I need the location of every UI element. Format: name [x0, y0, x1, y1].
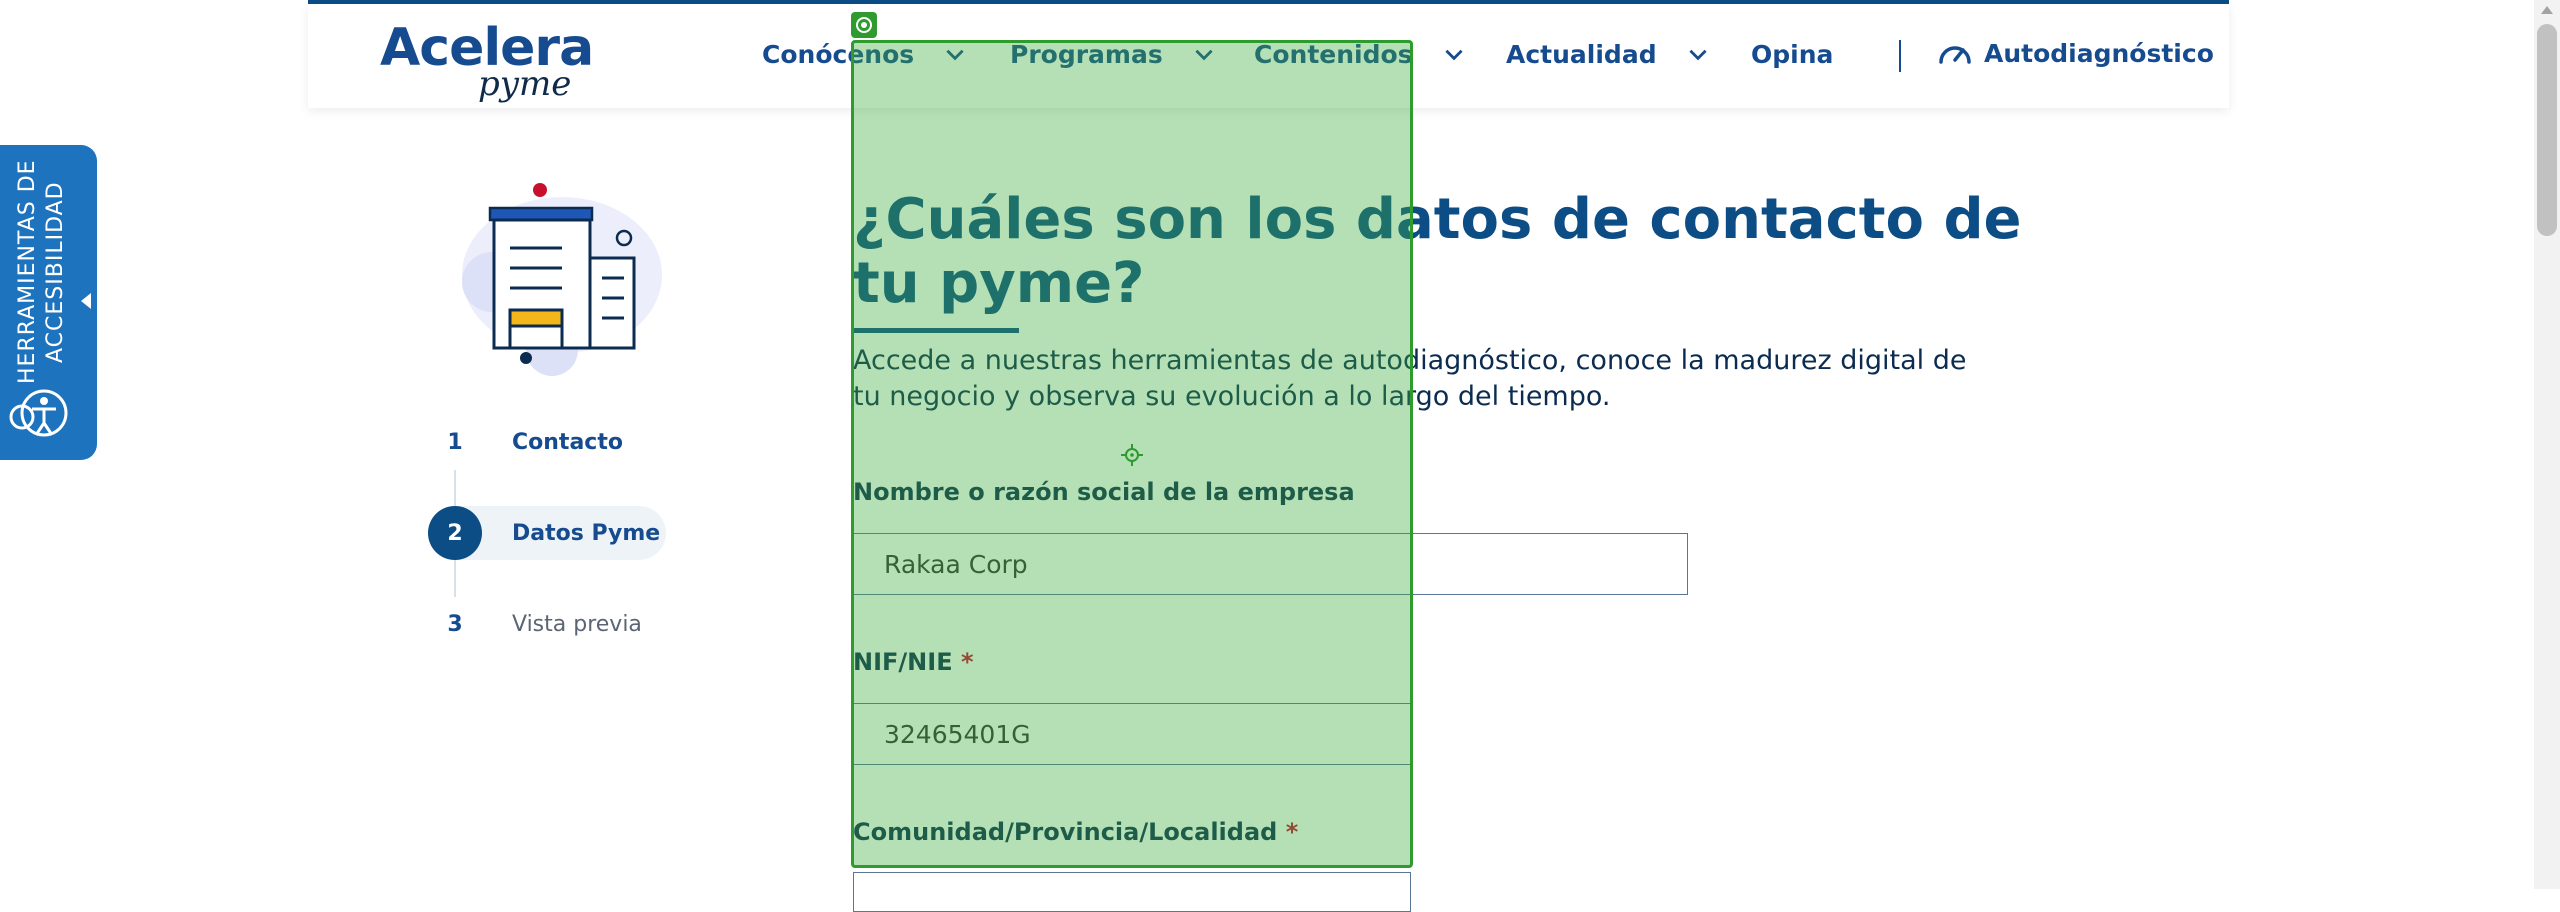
nav-label: Actualidad	[1506, 39, 1657, 69]
step-number: 2	[428, 506, 482, 560]
logo-sub-text: pyme	[478, 64, 572, 104]
step-label: Datos Pyme	[512, 520, 661, 546]
accessibility-tools-tab[interactable]: HERRAMIENTAS DE ACCESIBILIDAD	[0, 145, 97, 460]
step-number: 1	[428, 415, 482, 469]
speedometer-icon	[1939, 46, 1971, 64]
step-label: Contacto	[512, 429, 623, 455]
scrollbar-thumb[interactable]	[2537, 24, 2557, 236]
nav-item-opina[interactable]: Opina	[1751, 34, 1833, 74]
step-datos-pyme[interactable]: 2 Datos Pyme	[428, 506, 666, 560]
target-badge-icon	[851, 12, 877, 38]
autodiagnostico-link[interactable]: Autodiagnóstico	[1936, 38, 2214, 68]
acelera-pyme-logo[interactable]: Acelera pyme	[380, 18, 600, 104]
step-label: Vista previa	[512, 611, 642, 637]
building-illustration	[462, 183, 662, 376]
chevron-down-icon	[1689, 49, 1707, 61]
crosshair-icon	[1121, 444, 1143, 466]
step-contacto[interactable]: 1 Contacto	[428, 415, 623, 469]
nav-divider	[1899, 40, 1901, 72]
nav-item-actualidad[interactable]: Actualidad	[1506, 34, 1711, 74]
chevron-down-icon	[1444, 49, 1463, 61]
nav-label: Opina	[1751, 39, 1834, 69]
step-vista-previa[interactable]: 3 Vista previa	[428, 597, 642, 651]
step-number: 3	[428, 597, 482, 651]
location-select[interactable]	[853, 872, 1411, 912]
scroll-up-icon[interactable]	[2541, 6, 2553, 14]
accessibility-icon	[9, 389, 68, 437]
accessibility-label: HERRAMIENTAS DE ACCESIBILIDAD	[15, 159, 68, 385]
autodiag-label: Autodiagnóstico	[1984, 38, 2214, 68]
caret-left-icon	[81, 293, 91, 309]
